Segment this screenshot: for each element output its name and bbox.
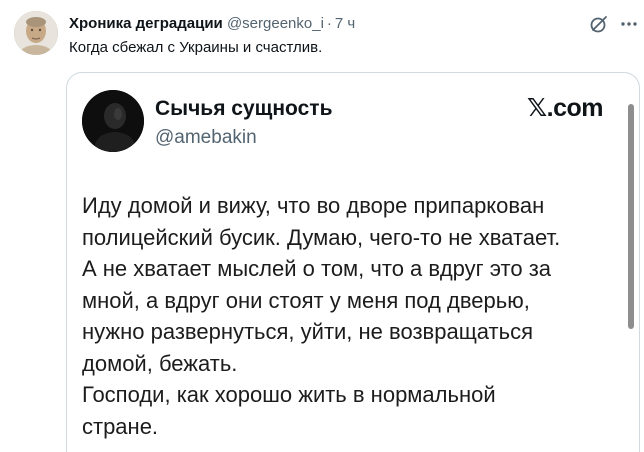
embed-text-line: нужно развернуться, уйти, не возвращатьс… <box>82 319 534 344</box>
author-name[interactable]: Хроника деградации <box>69 15 223 32</box>
grok-icon[interactable] <box>588 13 610 35</box>
embed-text-line: полицейский бусик. Думаю, чего-то не хва… <box>82 224 561 250</box>
avatar-image <box>14 11 58 55</box>
embed-author-handle: @amebakin <box>155 127 257 148</box>
x-logo-icon: 𝕏 <box>527 93 547 122</box>
embed-text-line: домой, бежать. <box>82 350 238 376</box>
tweet: Хроника деградации @sergeenko_i · 7 ч Когд… <box>0 0 644 452</box>
author-avatar[interactable] <box>14 11 58 55</box>
timestamp[interactable]: 7 ч <box>335 15 355 32</box>
scrollbar-thumb[interactable] <box>628 104 634 329</box>
embed-text-line: мной, а вдруг они стоят у меня под дверь… <box>82 287 530 313</box>
separator-dot: · <box>326 15 332 32</box>
embed-text-line: Иду домой и вижу, что во дворе припарков… <box>82 193 545 218</box>
author-handle[interactable]: @sergeenko_i <box>227 15 324 32</box>
scrollbar[interactable] <box>628 8 634 448</box>
grok-icon-graphic <box>590 16 607 33</box>
embedded-screenshot[interactable]: Сычья сущность @amebakin 𝕏.com Иду домой… <box>66 72 640 452</box>
embed-author-name: Сычья сущность <box>155 97 333 120</box>
embed-body-text: Иду домой и вижу, что во дворе припарков… <box>82 190 560 442</box>
embed-text-line: Господи, как хорошо жить в нормальной <box>82 382 496 407</box>
embed-text-line: А не хватает мыслей о том, что а вдруг э… <box>82 256 552 281</box>
embed-text-line: стране. <box>82 413 159 439</box>
embed-avatar-image <box>82 90 144 152</box>
x-com-suffix: .com <box>546 94 604 122</box>
tweet-header: Хроника деградации @sergeenko_i · 7 ч <box>69 14 355 33</box>
embed-avatar <box>82 90 144 152</box>
x-com-logo: 𝕏.com <box>527 93 604 123</box>
tweet-text: Когда сбежал с Украины и счастлив. <box>69 39 323 56</box>
